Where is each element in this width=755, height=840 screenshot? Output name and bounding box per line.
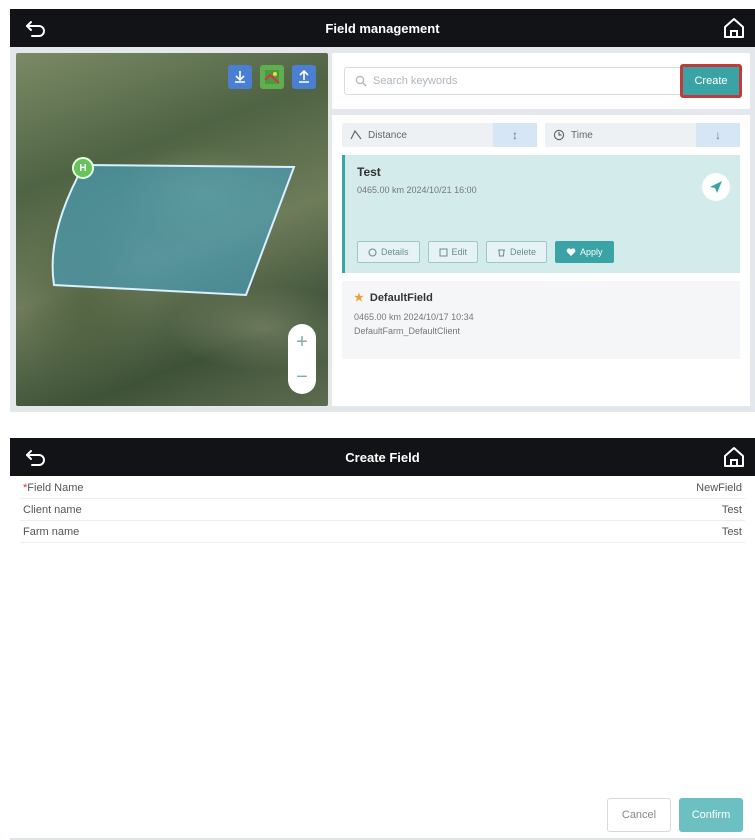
client-name-row[interactable]: Client name Test [20, 499, 745, 521]
home-icon[interactable] [721, 444, 747, 470]
home-point-marker[interactable]: H [72, 157, 94, 179]
top-bar: Create Field [10, 438, 755, 476]
top-bar: Field management [10, 9, 755, 47]
field-card-selected[interactable]: Test 0465.00 km 2024/10/21 16:00 Details… [342, 155, 740, 273]
field-list-panel: Search keywords Create Distance ↕ Time ↓ [332, 53, 750, 406]
map-layer-icon [264, 70, 280, 84]
farm-name-row[interactable]: Farm name Test [20, 521, 745, 543]
download-icon [235, 71, 245, 83]
page-title: Create Field [345, 449, 420, 465]
field-actions: Details Edit Delete Apply [357, 241, 614, 263]
back-icon[interactable] [24, 16, 48, 40]
download-map-button[interactable] [228, 65, 252, 89]
confirm-button[interactable]: Confirm [679, 798, 743, 832]
field-name-value[interactable]: NewField [696, 482, 742, 494]
sort-by-time[interactable]: Time ↓ [545, 123, 740, 147]
zoom-control: + − [288, 324, 316, 394]
field-card[interactable]: ★ DefaultField 0465.00 km 2024/10/17 10:… [342, 281, 740, 359]
heart-icon [566, 247, 576, 256]
clock-icon [553, 129, 565, 141]
details-icon [368, 248, 377, 256]
client-name-value[interactable]: Test [722, 504, 742, 516]
sort-order-icon[interactable]: ↕ [493, 123, 537, 147]
field-farm-client: DefaultFarm_DefaultClient [354, 326, 461, 336]
upload-icon [299, 70, 309, 83]
edit-icon [439, 248, 448, 256]
field-meta: 0465.00 km 2024/10/17 10:34 [354, 312, 474, 322]
field-name-label: Field Name [27, 481, 84, 494]
client-name-label: Client name [23, 503, 82, 516]
sort-by-distance[interactable]: Distance ↕ [342, 123, 537, 147]
map-layer-controls [228, 65, 316, 89]
field-name: DefaultField [369, 291, 433, 304]
create-field-form: *Field Name NewField Client name Test Fa… [20, 477, 745, 543]
sort-distance-label: Distance [368, 129, 407, 141]
sort-time-label: Time [571, 129, 593, 141]
distance-icon [350, 129, 362, 140]
screen-divider [0, 412, 755, 437]
navigate-icon[interactable] [702, 173, 730, 201]
search-row: Search keywords Create [332, 53, 750, 109]
field-list: Distance ↕ Time ↓ Test 0465.00 km 2024/1… [332, 115, 750, 406]
delete-button[interactable]: Delete [486, 241, 548, 263]
field-title: ★ DefaultField [354, 291, 728, 305]
cancel-button[interactable]: Cancel [607, 798, 671, 832]
search-input[interactable]: Search keywords [344, 67, 682, 95]
details-button[interactable]: Details [357, 241, 420, 263]
search-placeholder: Search keywords [373, 75, 458, 87]
sort-row: Distance ↕ Time ↓ [342, 123, 740, 147]
create-button[interactable]: Create [680, 64, 742, 98]
field-meta: 0465.00 km 2024/10/21 16:00 [357, 185, 477, 195]
field-name-row[interactable]: *Field Name NewField [20, 477, 745, 499]
sort-order-icon[interactable]: ↓ [696, 123, 740, 147]
apply-button[interactable]: Apply [555, 241, 614, 263]
field-map[interactable]: H + − [16, 53, 328, 406]
farm-name-value[interactable]: Test [722, 526, 742, 538]
back-icon[interactable] [24, 445, 48, 469]
field-management-body: H + − Search keywords Create Distance ↕ … [10, 47, 755, 412]
satellite-layer-button[interactable] [260, 65, 284, 89]
farm-name-label: Farm name [23, 525, 80, 538]
zoom-in-icon[interactable]: + [296, 332, 308, 352]
field-boundary [51, 163, 296, 297]
create-field-screen: Create Field *Field Name NewField Client… [0, 437, 755, 840]
page-title: Field management [325, 20, 440, 36]
trash-icon [498, 249, 506, 256]
edit-button[interactable]: Edit [427, 241, 479, 263]
field-management-screen: Field management H + − Search keywords C… [0, 0, 755, 412]
star-icon: ★ [354, 292, 364, 304]
home-icon[interactable] [721, 15, 747, 41]
search-icon [355, 75, 367, 87]
form-footer: Cancel Confirm [607, 798, 743, 832]
zoom-out-icon[interactable]: − [296, 367, 308, 387]
import-map-button[interactable] [292, 65, 316, 89]
field-name: Test [357, 165, 381, 179]
